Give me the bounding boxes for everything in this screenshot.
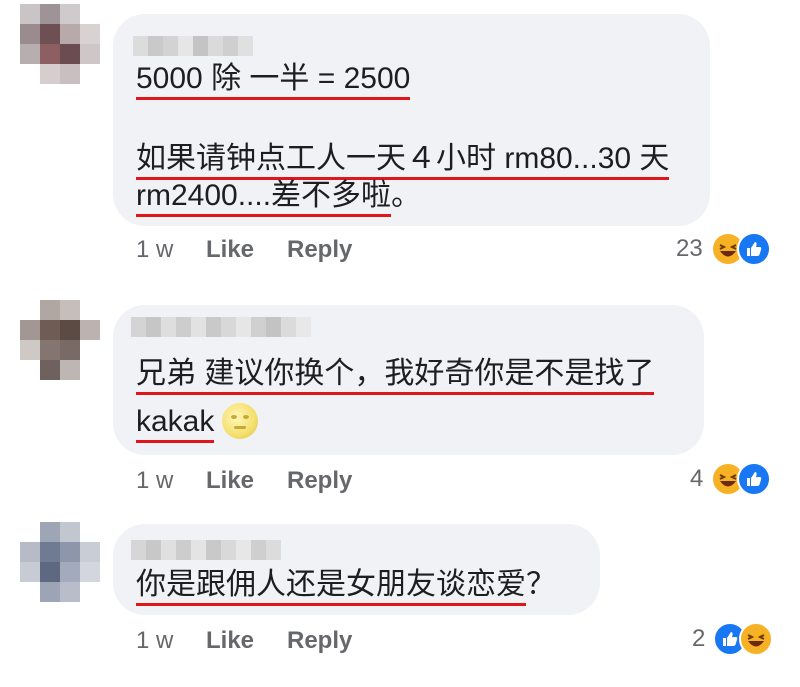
full-moon-face-icon <box>222 403 259 440</box>
reaction-summary[interactable]: 4 <box>690 462 772 496</box>
author-name-blurred[interactable] <box>133 36 253 56</box>
comment-text-line: 兄弟 建议你换个，我好奇你是不是找了 <box>136 354 655 395</box>
comment-meta: 1 w Like Reply <box>136 466 352 496</box>
like-button[interactable]: Like <box>206 626 287 656</box>
reaction-count: 2 <box>692 625 706 652</box>
like-icon <box>737 462 772 496</box>
comment-meta: 1 w Like Reply <box>136 626 352 656</box>
reaction-count: 23 <box>676 235 703 262</box>
reply-button[interactable]: Reply <box>287 466 352 496</box>
timestamp[interactable]: 1 w <box>136 235 206 265</box>
avatar[interactable] <box>20 300 100 380</box>
comment-meta: 1 w Like Reply <box>136 235 352 265</box>
timestamp[interactable]: 1 w <box>136 466 206 496</box>
comment-text-line: rm2400....差不多啦。 <box>136 176 421 217</box>
reaction-summary[interactable]: 23 <box>676 232 771 266</box>
comment-text-line: kakak <box>136 402 259 443</box>
reaction-count: 4 <box>690 465 704 492</box>
author-name-blurred[interactable] <box>131 540 281 560</box>
comment-text-line: 5000 除 一半 = 2500 <box>136 59 411 100</box>
reply-button[interactable]: Reply <box>287 626 352 656</box>
avatar[interactable] <box>20 522 100 602</box>
comment-text-line: 你是跟佣人还是女朋友谈恋爱？ <box>136 565 556 606</box>
timestamp[interactable]: 1 w <box>136 626 206 656</box>
like-button[interactable]: Like <box>206 235 287 265</box>
avatar[interactable] <box>20 4 100 84</box>
reaction-summary[interactable]: 2 <box>692 622 774 656</box>
comment-bubble: 兄弟 建议你换个，我好奇你是不是找了 kakak <box>113 305 704 455</box>
comment-text-line: 如果请钟点工人一天４小时 rm80...30 天 <box>136 139 670 180</box>
author-name-blurred[interactable] <box>131 317 311 337</box>
like-button[interactable]: Like <box>206 466 287 496</box>
comment-bubble: 5000 除 一半 = 2500 如果请钟点工人一天４小时 rm80...30 … <box>113 14 710 226</box>
like-icon <box>736 232 771 266</box>
haha-icon <box>739 622 774 656</box>
reply-button[interactable]: Reply <box>287 235 352 265</box>
comment-bubble: 你是跟佣人还是女朋友谈恋爱？ <box>113 524 600 615</box>
